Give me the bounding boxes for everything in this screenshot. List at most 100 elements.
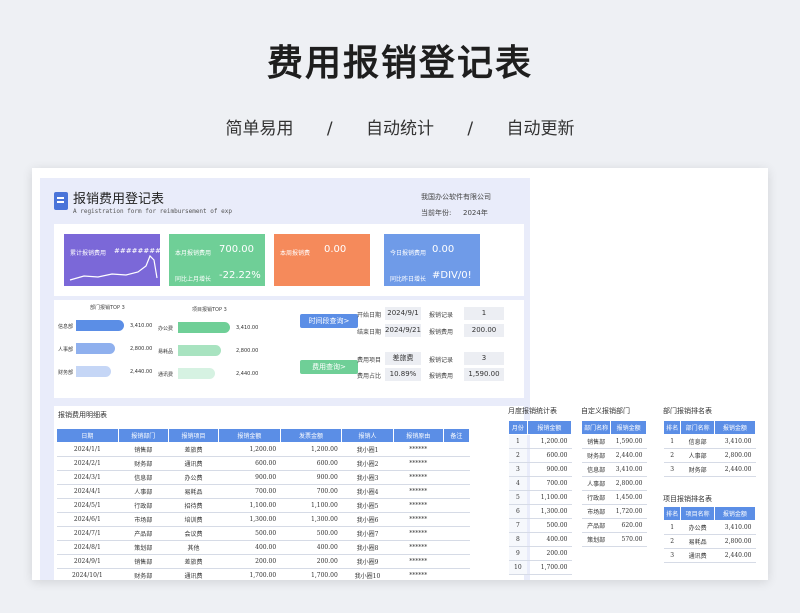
table-cell[interactable]: 3 bbox=[663, 548, 681, 563]
table-cell[interactable]: 1,720.00 bbox=[610, 504, 647, 519]
column-header[interactable]: 报销金额 bbox=[218, 428, 281, 443]
table-cell[interactable]: 市场部 bbox=[118, 512, 169, 527]
column-header[interactable]: 项目名称 bbox=[680, 506, 715, 521]
table-cell[interactable]: 7 bbox=[508, 518, 528, 533]
table-cell[interactable]: 600.00 bbox=[527, 448, 572, 463]
table-cell[interactable]: 通讯费 bbox=[168, 456, 219, 471]
table-cell[interactable]: 1 bbox=[663, 520, 681, 535]
column-header[interactable]: 日期 bbox=[56, 428, 119, 443]
table-cell[interactable]: 我小圈1 bbox=[341, 442, 394, 457]
table-row[interactable]: 9 200.00 bbox=[508, 546, 572, 561]
table-cell[interactable]: 易耗品 bbox=[168, 484, 219, 499]
table-cell[interactable]: 500.00 bbox=[280, 526, 342, 541]
table-cell[interactable] bbox=[443, 442, 470, 457]
column-header[interactable]: 部门名称 bbox=[580, 420, 612, 435]
table-row[interactable]: 2024/8/1 策划部 其他 400.00 400.00 我小圈8 ****** bbox=[56, 540, 470, 555]
table-cell[interactable]: ****** bbox=[393, 484, 444, 499]
table-cell[interactable]: 差旅费 bbox=[168, 442, 219, 457]
table-cell[interactable]: 行政部 bbox=[581, 490, 611, 505]
table-cell[interactable] bbox=[443, 484, 470, 499]
table-row[interactable]: 2024/4/1 人事部 易耗品 700.00 700.00 我小圈4 ****** bbox=[56, 484, 470, 499]
table-cell[interactable]: 6 bbox=[508, 504, 528, 519]
table-cell[interactable]: 2,800.00 bbox=[714, 448, 756, 463]
table-cell[interactable]: 1,200.00 bbox=[218, 442, 281, 457]
column-header[interactable]: 报销金额 bbox=[713, 506, 757, 521]
table-cell[interactable]: 1,700.00 bbox=[218, 568, 281, 580]
column-header[interactable]: 备注 bbox=[442, 428, 471, 443]
table-row[interactable]: 2 易耗品 2,800.00 bbox=[663, 534, 756, 549]
table-row[interactable]: 产品部 620.00 bbox=[581, 518, 647, 533]
table-cell[interactable]: 财务部 bbox=[118, 568, 169, 580]
table-cell[interactable]: 我小圈3 bbox=[341, 470, 394, 485]
table-cell[interactable]: 我小圈10 bbox=[341, 568, 394, 580]
table-cell[interactable]: 400.00 bbox=[218, 540, 281, 555]
table-cell[interactable]: 2024/7/1 bbox=[56, 526, 119, 541]
time-query-button[interactable]: 时间段查询> bbox=[300, 314, 358, 328]
table-cell[interactable]: 1,200.00 bbox=[527, 434, 572, 449]
table-cell[interactable]: 差旅费 bbox=[168, 554, 219, 569]
table-cell[interactable]: 2024/3/1 bbox=[56, 470, 119, 485]
table-cell[interactable]: 2,440.00 bbox=[610, 448, 647, 463]
table-cell[interactable]: 200.00 bbox=[218, 554, 281, 569]
table-cell[interactable]: 200.00 bbox=[527, 546, 572, 561]
table-cell[interactable]: 1 bbox=[663, 434, 681, 449]
table-cell[interactable]: ****** bbox=[393, 442, 444, 457]
table-cell[interactable]: 通讯费 bbox=[680, 548, 715, 563]
column-header[interactable]: 排名 bbox=[662, 420, 682, 435]
table-cell[interactable]: 2024/4/1 bbox=[56, 484, 119, 499]
table-cell[interactable]: 2,440.00 bbox=[714, 462, 756, 477]
start-date-input[interactable]: 2024/9/1 bbox=[385, 307, 421, 320]
table-cell[interactable]: ****** bbox=[393, 456, 444, 471]
table-cell[interactable]: 1,100.00 bbox=[218, 498, 281, 513]
table-cell[interactable]: 1,200.00 bbox=[280, 442, 342, 457]
table-cell[interactable]: 1,300.00 bbox=[280, 512, 342, 527]
table-cell[interactable]: 销售部 bbox=[581, 434, 611, 449]
table-cell[interactable]: 招待费 bbox=[168, 498, 219, 513]
table-cell[interactable]: 我小圈2 bbox=[341, 456, 394, 471]
table-cell[interactable]: 办公费 bbox=[680, 520, 715, 535]
table-cell[interactable]: 1,300.00 bbox=[218, 512, 281, 527]
table-cell[interactable]: 1,100.00 bbox=[280, 498, 342, 513]
table-cell[interactable]: 900.00 bbox=[280, 470, 342, 485]
table-cell[interactable]: 2024/9/1 bbox=[56, 554, 119, 569]
column-header[interactable]: 报销人 bbox=[341, 428, 394, 443]
table-cell[interactable]: 信息部 bbox=[680, 434, 715, 449]
table-cell[interactable]: 策划部 bbox=[581, 532, 611, 547]
column-header[interactable]: 报销金额 bbox=[526, 420, 573, 435]
table-cell[interactable]: 600.00 bbox=[280, 456, 342, 471]
table-cell[interactable]: 3,410.00 bbox=[714, 520, 756, 535]
table-cell[interactable] bbox=[443, 540, 470, 555]
table-cell[interactable]: 900.00 bbox=[527, 462, 572, 477]
table-cell[interactable]: 10 bbox=[508, 560, 528, 575]
table-cell[interactable]: 620.00 bbox=[610, 518, 647, 533]
table-cell[interactable]: 400.00 bbox=[280, 540, 342, 555]
table-row[interactable]: 策划部 570.00 bbox=[581, 532, 647, 547]
table-cell[interactable]: 易耗品 bbox=[680, 534, 715, 549]
expense-type-select[interactable]: 差旅费 bbox=[385, 352, 421, 365]
table-cell[interactable]: 500.00 bbox=[527, 518, 572, 533]
table-cell[interactable] bbox=[443, 470, 470, 485]
table-row[interactable]: 2024/2/1 财务部 通讯费 600.00 600.00 我小圈2 ****** bbox=[56, 456, 470, 471]
table-cell[interactable]: 2024/2/1 bbox=[56, 456, 119, 471]
table-cell[interactable]: 570.00 bbox=[610, 532, 647, 547]
table-cell[interactable]: ****** bbox=[393, 526, 444, 541]
table-row[interactable]: 市场部 1,720.00 bbox=[581, 504, 647, 519]
table-cell[interactable]: 我小圈4 bbox=[341, 484, 394, 499]
table-cell[interactable]: 2024/1/1 bbox=[56, 442, 119, 457]
table-cell[interactable]: 600.00 bbox=[218, 456, 281, 471]
table-cell[interactable]: 2,800.00 bbox=[714, 534, 756, 549]
table-row[interactable]: 4 700.00 bbox=[508, 476, 572, 491]
table-cell[interactable]: 人事部 bbox=[118, 484, 169, 499]
table-cell[interactable]: 我小圈9 bbox=[341, 554, 394, 569]
column-header[interactable]: 报销金额 bbox=[610, 420, 647, 435]
table-cell[interactable]: 700.00 bbox=[527, 476, 572, 491]
table-row[interactable]: 财务部 2,440.00 bbox=[581, 448, 647, 463]
table-cell[interactable]: 信息部 bbox=[118, 470, 169, 485]
table-cell[interactable]: 销售部 bbox=[118, 554, 169, 569]
table-cell[interactable]: 1,450.00 bbox=[610, 490, 647, 505]
table-cell[interactable]: 人事部 bbox=[680, 448, 715, 463]
table-cell[interactable]: 1,700.00 bbox=[527, 560, 572, 575]
table-cell[interactable]: 市场部 bbox=[581, 504, 611, 519]
table-cell[interactable]: 1,590.00 bbox=[610, 434, 647, 449]
table-cell[interactable]: 财务部 bbox=[118, 456, 169, 471]
